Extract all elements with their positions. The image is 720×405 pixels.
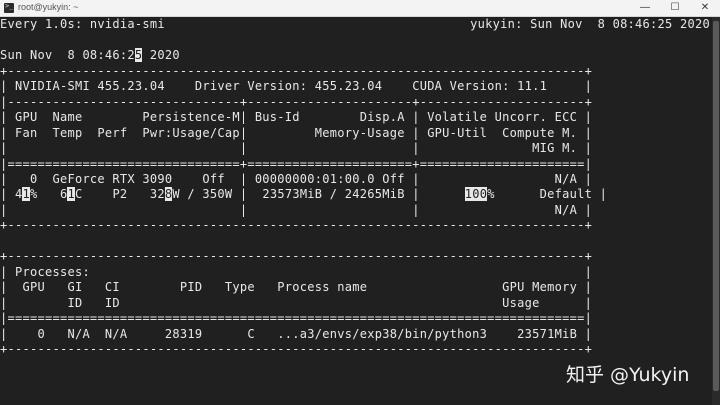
gpu-line2-seg4: W / 350W | 23573MiB / 24265MiB |: [172, 187, 465, 201]
scrollbar-thumb[interactable]: [713, 21, 719, 391]
gpu-line2-seg1: | 4: [0, 187, 23, 201]
minimize-button[interactable]: —: [630, 0, 660, 16]
process-separator: |=======================================…: [0, 311, 593, 325]
process-table-top-border: +---------------------------------------…: [0, 249, 593, 263]
header-equals-separator: |===============================+=======…: [0, 157, 593, 171]
process-row: | 0 N/A N/A 28319 C ...a3/envs/exp38/bin…: [0, 327, 593, 341]
gpu-info-line-1: | 0 GeForce RTX 3090 Off | 00000000:01:0…: [0, 172, 593, 186]
close-button[interactable]: ✕: [690, 0, 720, 16]
version-line: | NVIDIA-SMI 455.23.04 Driver Version: 4…: [0, 79, 593, 93]
temp-highlight: 1: [67, 187, 75, 201]
process-table-bottom-border: +---------------------------------------…: [0, 342, 593, 356]
column-header-2: | Fan Temp Perf Pwr:Usage/Cap| Memory-Us…: [0, 126, 593, 140]
util-highlight: 100: [464, 187, 488, 201]
gpu-info-line-2: | 41% 61C P2 328W / 350W | 23573MiB / 24…: [0, 187, 607, 202]
terminal-app-icon: [4, 2, 14, 13]
timestamp-text: Sun Nov 8 08:46:2: [0, 48, 135, 62]
window-title: root@yukyin: ~: [18, 2, 79, 12]
gpu-line2-seg2: % 6: [29, 187, 68, 201]
gpu-table-bottom-border: +---------------------------------------…: [0, 218, 593, 232]
watch-header-right: yukyin: Sun Nov 8 08:46:25 2020: [470, 17, 710, 31]
zhihu-watermark: 知乎 @Yukyin: [566, 364, 690, 386]
title-bar: root@yukyin: ~ — ☐ ✕: [0, 0, 720, 17]
column-header-1: | GPU Name Persistence-M| Bus-Id Disp.A …: [0, 110, 593, 124]
process-header-2: | ID ID Usage |: [0, 296, 593, 310]
header-separator: |-------------------------------+-------…: [0, 95, 593, 109]
process-header-1: | GPU GI CI PID Type Process name GPU Me…: [0, 280, 593, 294]
terminal-output[interactable]: Every 1.0s: nvidia-smi yukyin: Sun Nov 8…: [0, 17, 712, 405]
watch-header-left: Every 1.0s: nvidia-smi: [0, 17, 165, 31]
gpu-line2-seg5: % Default |: [487, 187, 608, 201]
gpu-info-line-3: | | | N/A |: [0, 203, 593, 217]
column-header-3: | | | MIG M. |: [0, 141, 593, 155]
maximize-button[interactable]: ☐: [660, 0, 690, 16]
timestamp-year: 2020: [142, 48, 180, 62]
table-top-border: +---------------------------------------…: [0, 64, 593, 78]
vertical-scrollbar[interactable]: [712, 17, 720, 405]
gpu-line2-seg3: C P2 32: [74, 187, 165, 201]
fan-highlight: 1: [22, 187, 30, 201]
processes-title: | Processes: |: [0, 265, 593, 279]
smi-timestamp: Sun Nov 8 08:46:25 2020: [0, 48, 180, 63]
